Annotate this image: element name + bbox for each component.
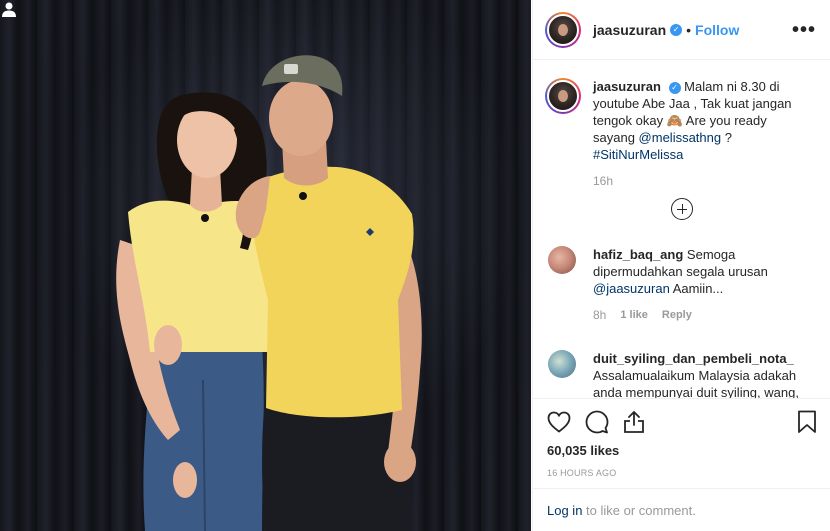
caption-avatar-ring[interactable]: [545, 78, 581, 114]
caption-avatar[interactable]: [547, 80, 579, 112]
caption-mention[interactable]: @melissathng: [639, 130, 722, 145]
photo-illustration: [116, 55, 422, 531]
verified-badge-icon: ✓: [670, 23, 683, 36]
caption-meta: 16h: [593, 173, 811, 190]
login-prompt-text: to like or comment.: [582, 503, 696, 518]
bookmark-icon[interactable]: [797, 410, 817, 434]
more-options-icon[interactable]: •••: [792, 20, 816, 40]
follow-button[interactable]: Follow: [695, 22, 739, 38]
post-photo[interactable]: [0, 0, 531, 531]
caption: jaasuzuran ✓ Malam ni 8.30 di youtube Ab…: [545, 60, 819, 190]
comment-item: duit_syiling_dan_pembeli_nota_ Assalamua…: [545, 350, 819, 398]
post-age[interactable]: 16 HOURS AGO: [547, 468, 817, 478]
post-side-panel: jaasuzuran ✓ • Follow ••• jaasuzuran ✓ M…: [532, 0, 830, 531]
post-actions: 60,035 likes 16 HOURS AGO: [533, 398, 830, 478]
comment-likes[interactable]: 1 like: [620, 307, 648, 324]
comment-item: hafiz_baq_ang Semoga dipermudahkan segal…: [545, 246, 819, 324]
comments-list[interactable]: jaasuzuran ✓ Malam ni 8.30 di youtube Ab…: [533, 60, 830, 398]
comment-avatar[interactable]: [548, 350, 576, 378]
load-more-comments-icon[interactable]: [671, 198, 693, 220]
login-link[interactable]: Log in: [547, 503, 582, 518]
likes-count[interactable]: 60,035 likes: [547, 443, 817, 458]
comment-text: duit_syiling_dan_pembeli_nota_ Assalamua…: [593, 350, 811, 398]
comment-timestamp[interactable]: 8h: [593, 307, 606, 324]
heart-icon[interactable]: [547, 411, 571, 433]
separator-dot: •: [686, 21, 692, 38]
share-icon[interactable]: [623, 410, 645, 434]
action-icons: [547, 409, 817, 435]
comment-reply-button[interactable]: Reply: [662, 307, 692, 324]
login-prompt: Log in to like or comment.: [533, 488, 830, 531]
caption-username[interactable]: jaasuzuran: [593, 79, 661, 94]
comment-icon[interactable]: [585, 410, 609, 434]
comment-username[interactable]: hafiz_baq_ang: [593, 247, 683, 262]
author-username[interactable]: jaasuzuran: [593, 22, 666, 38]
comment-text: hafiz_baq_ang Semoga dipermudahkan segal…: [593, 246, 811, 324]
author-avatar[interactable]: [547, 13, 579, 46]
caption-text: jaasuzuran ✓ Malam ni 8.30 di youtube Ab…: [593, 78, 811, 190]
comment-body: Assalamualaikum Malaysia adakah anda mem…: [593, 368, 799, 398]
comment-avatar[interactable]: [548, 246, 576, 274]
caption-hashtag[interactable]: #SitiNurMelissa: [593, 147, 683, 162]
caption-body-2: ?: [721, 130, 732, 145]
comment-username[interactable]: duit_syiling_dan_pembeli_nota_: [593, 351, 794, 366]
user-tag-icon[interactable]: [0, 0, 18, 18]
comment-body-2: Aamiin...: [669, 281, 724, 296]
caption-timestamp[interactable]: 16h: [593, 173, 613, 190]
comment-meta: 8h 1 like Reply: [593, 307, 811, 324]
caption-verified-badge-icon: ✓: [668, 81, 681, 94]
comment-mention[interactable]: @jaasuzuran: [593, 281, 670, 296]
post-header: jaasuzuran ✓ • Follow •••: [533, 0, 830, 60]
author-avatar-ring[interactable]: [545, 11, 581, 48]
